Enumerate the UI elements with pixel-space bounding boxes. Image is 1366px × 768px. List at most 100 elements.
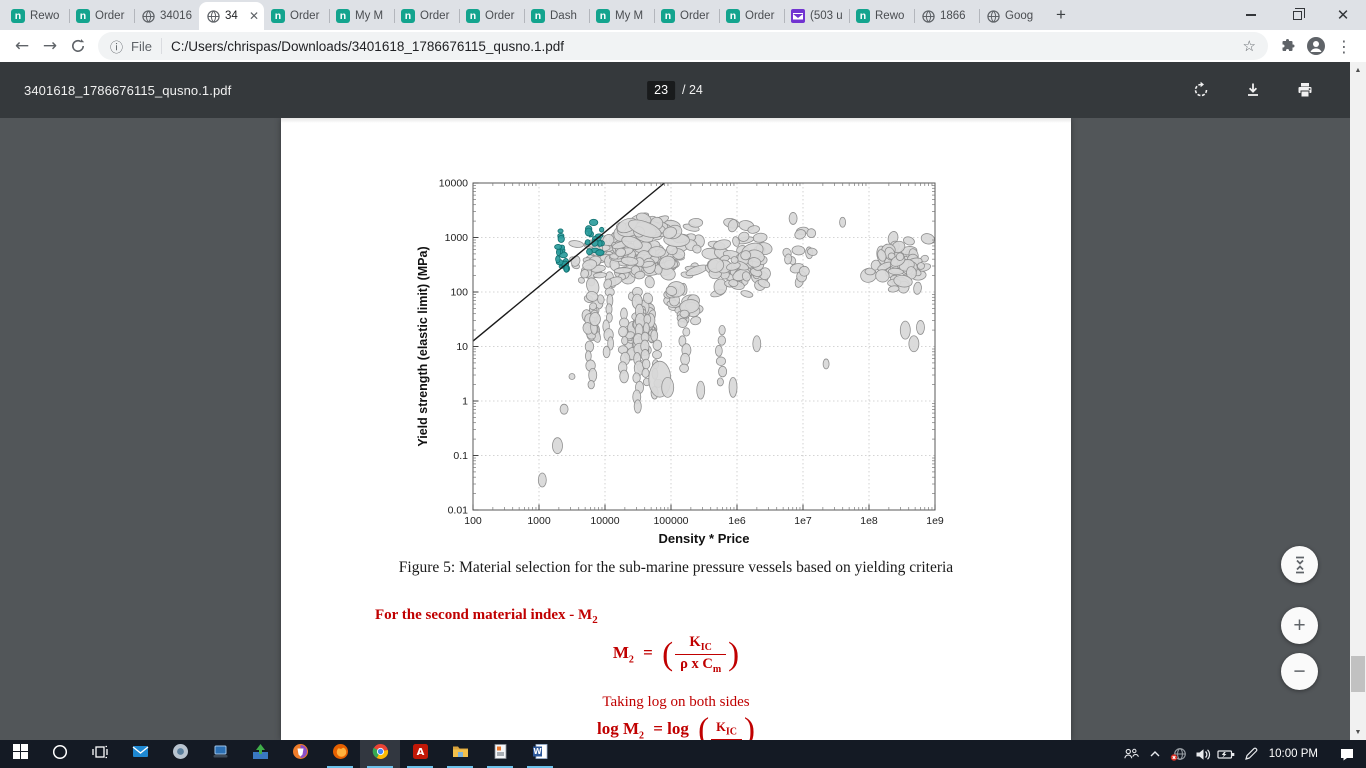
formula-log-m2: log M2 = log (KIC) [281, 719, 1071, 740]
new-tab-button[interactable]: + [1048, 2, 1074, 28]
scroll-up-arrow-icon[interactable]: ▲ [1350, 62, 1366, 78]
netsuite-favicon-icon: n [726, 9, 740, 23]
scroll-down-arrow-icon[interactable]: ▼ [1350, 724, 1366, 740]
tab-separator [784, 9, 785, 23]
restore-button[interactable] [1274, 0, 1320, 30]
browser-tab[interactable]: 34016 [134, 2, 199, 30]
browser-tab[interactable]: nMy M [329, 2, 394, 30]
tray-people-icon[interactable] [1119, 740, 1143, 768]
zoom-out-button[interactable]: − [1281, 653, 1318, 690]
taskbar-app-brave[interactable] [280, 740, 320, 768]
browser-tab[interactable]: nRewo [4, 2, 69, 30]
browser-menu-button[interactable]: ⋮ [1330, 32, 1358, 60]
tab-separator [654, 9, 655, 23]
omnibox[interactable]: ⓘ File C:/Users/chrispas/Downloads/34016… [98, 32, 1268, 60]
tab-separator [134, 9, 135, 23]
tray-volume-icon[interactable] [1191, 740, 1215, 768]
page-number-input[interactable]: 23 [647, 81, 675, 100]
tab-title: My M [355, 10, 389, 22]
taskbar-app-mail[interactable] [120, 740, 160, 768]
svg-text:1e6: 1e6 [728, 515, 746, 527]
svg-text:100: 100 [450, 287, 468, 299]
tray-pen-icon[interactable] [1239, 740, 1263, 768]
netsuite-favicon-icon: n [856, 9, 870, 23]
rotate-button[interactable] [1186, 75, 1216, 105]
tab-separator [849, 9, 850, 23]
browser-tab[interactable]: nOrder [459, 2, 524, 30]
globe-favicon-icon [206, 9, 220, 23]
tray-battery-icon[interactable] [1215, 740, 1239, 768]
taskbar-app-explorer[interactable] [440, 740, 480, 768]
taskbar-app-word[interactable]: W [520, 740, 560, 768]
taskbar-app-device[interactable] [200, 740, 240, 768]
tabs-container: nRewonOrder3401634✕nOrdernMy MnOrdernOrd… [0, 0, 1044, 30]
browser-tab[interactable]: Goog [979, 2, 1044, 30]
tab-separator [524, 9, 525, 23]
zoom-in-button[interactable]: + [1281, 607, 1318, 644]
circle-app-icon [172, 743, 189, 765]
print-button[interactable] [1290, 75, 1320, 105]
tab-close-icon[interactable]: ✕ [249, 9, 259, 23]
svg-text:Density * Price: Density * Price [658, 531, 749, 546]
tab-title: (503 u [810, 10, 844, 22]
download-button[interactable] [1238, 75, 1268, 105]
section-heading: For the second material index - M2 [375, 607, 598, 626]
scrollbar-thumb[interactable] [1351, 656, 1365, 692]
taskbar-task-view-button[interactable] [80, 740, 120, 768]
browser-tab[interactable]: nOrder [654, 2, 719, 30]
taskbar-app-upload[interactable] [240, 740, 280, 768]
back-button[interactable]: ← [8, 32, 36, 60]
chrome-icon [372, 743, 389, 765]
tab-separator [69, 9, 70, 23]
tab-title: 34016 [160, 10, 194, 22]
tab-separator [394, 9, 395, 23]
scrollbar[interactable]: ▲ ▼ [1350, 62, 1366, 740]
bookmark-star-icon[interactable]: ☆ [1243, 37, 1256, 55]
forward-button[interactable]: → [36, 32, 64, 60]
extensions-button[interactable] [1274, 32, 1302, 60]
taskbar-app-viewer[interactable] [480, 740, 520, 768]
action-center-button[interactable] [1328, 740, 1366, 768]
netsuite-favicon-icon: n [596, 9, 610, 23]
tab-title: Order [290, 10, 324, 22]
taskbar-app-firefox[interactable] [320, 740, 360, 768]
taskbar-app-chrome[interactable] [360, 740, 400, 768]
tray-chevron-up-icon[interactable] [1143, 740, 1167, 768]
figure5-chart: 1001000100001000001e61e71e81e90.010.1110… [281, 118, 1071, 558]
tray-network-offline-icon[interactable] [1167, 740, 1191, 768]
browser-tab[interactable]: nMy M [589, 2, 654, 30]
info-icon[interactable]: ⓘ [110, 37, 123, 56]
browser-tab[interactable]: (503 u [784, 2, 849, 30]
reload-button[interactable] [64, 32, 92, 60]
browser-tab[interactable]: 34✕ [199, 2, 264, 30]
browser-tab[interactable]: nOrder [719, 2, 784, 30]
browser-window: nRewonOrder3401634✕nOrdernMy MnOrdernOrd… [0, 0, 1366, 768]
pdf-page: 1001000100001000001e61e71e81e90.010.1110… [281, 118, 1071, 740]
firefox-icon [332, 743, 349, 765]
taskbar-start-button[interactable] [0, 740, 40, 768]
fit-page-button[interactable] [1281, 546, 1318, 583]
url-text[interactable]: C:/Users/chrispas/Downloads/3401618_1786… [171, 39, 1243, 54]
minimize-button[interactable] [1228, 0, 1274, 30]
pdf-viewer-area[interactable]: 1001000100001000001e61e71e81e90.010.1110… [0, 118, 1350, 740]
browser-tab[interactable]: nOrder [69, 2, 134, 30]
browser-tab[interactable]: nOrder [394, 2, 459, 30]
taskbar-cortana-button[interactable] [40, 740, 80, 768]
tab-title: Rewo [875, 10, 909, 22]
taskbar-clock[interactable]: 10:00 PM [1263, 748, 1328, 760]
browser-tab[interactable]: 1866 [914, 2, 979, 30]
profile-avatar[interactable] [1302, 32, 1330, 60]
browser-tab[interactable]: nDash [524, 2, 589, 30]
omnibox-divider [161, 38, 162, 54]
explorer-icon [452, 743, 469, 765]
taskbar-app-circle-app[interactable] [160, 740, 200, 768]
browser-tab[interactable]: n Rewo [849, 2, 914, 30]
browser-tab[interactable]: nOrder [264, 2, 329, 30]
tab-separator [329, 9, 330, 23]
pdf-filename: 3401618_1786676115_qusno.1.pdf [24, 83, 231, 98]
tab-title: Rewo [30, 10, 64, 22]
mail-icon [132, 743, 149, 765]
svg-text:W: W [533, 747, 542, 756]
close-button[interactable]: ✕ [1320, 0, 1366, 30]
taskbar-app-acrobat[interactable]: A [400, 740, 440, 768]
